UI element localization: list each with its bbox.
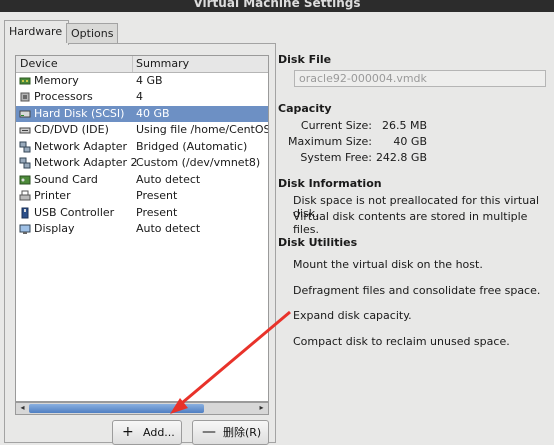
usb-icon xyxy=(21,207,29,219)
device-summary: Bridged (Automatic) xyxy=(136,140,248,153)
capacity-heading: Capacity xyxy=(278,102,332,115)
display-icon xyxy=(19,224,31,234)
network-adapter-icon xyxy=(19,157,31,169)
system-free-label: System Free: xyxy=(300,151,372,164)
tab-hardware-label: Hardware xyxy=(9,25,63,38)
device-summary: 4 GB xyxy=(136,74,163,87)
column-header-device[interactable]: Device xyxy=(20,57,58,70)
device-name: USB Controller xyxy=(34,206,115,219)
compact-disk-link[interactable]: Compact disk to reclaim unused space. xyxy=(293,335,510,348)
cd-dvd-icon xyxy=(19,127,31,134)
device-row-network-adapter[interactable]: Network Adapter Bridged (Automatic) xyxy=(16,139,268,155)
device-summary: Using file /home/CentOS-6 xyxy=(136,123,269,136)
device-summary: Present xyxy=(136,189,178,202)
remove-button[interactable]: — 删除(R) xyxy=(192,420,269,445)
disk-info-line-2: Virtual disk contents are stored in mult… xyxy=(293,210,528,236)
maximum-size-label: Maximum Size: xyxy=(288,135,372,148)
scroll-right-icon[interactable]: ▸ xyxy=(256,402,267,413)
column-separator xyxy=(132,56,133,72)
device-row-network-adapter-2[interactable]: Network Adapter 2 Custom (/dev/vmnet8) xyxy=(16,155,268,171)
device-summary: 4 xyxy=(136,90,143,103)
title-bar: Virtual Machine Settings xyxy=(0,0,554,12)
device-name: Printer xyxy=(34,189,71,202)
tab-options[interactable]: Options xyxy=(66,23,118,43)
disk-utilities-heading: Disk Utilities xyxy=(278,236,358,249)
mount-disk-link[interactable]: Mount the virtual disk on the host. xyxy=(293,258,483,271)
device-name: Sound Card xyxy=(34,173,98,186)
scroll-left-icon[interactable]: ◂ xyxy=(17,402,28,413)
hard-disk-icon xyxy=(19,110,31,118)
device-summary: Custom (/dev/vmnet8) xyxy=(136,156,261,169)
device-row-memory[interactable]: Memory 4 GB xyxy=(16,73,268,89)
printer-icon xyxy=(19,190,31,201)
add-button-label: Add... xyxy=(143,426,175,439)
device-summary: Auto detect xyxy=(136,222,201,235)
device-name: Network Adapter xyxy=(34,140,128,153)
device-row-usb-controller[interactable]: USB Controller Present xyxy=(16,205,268,221)
system-free-value: 242.8 GB xyxy=(375,151,427,164)
device-list[interactable]: Device Summary Memory 4 GB Processors 4 … xyxy=(15,55,269,402)
device-summary: Present xyxy=(136,206,178,219)
device-row-sound-card[interactable]: Sound Card Auto detect xyxy=(16,172,268,188)
device-row-printer[interactable]: Printer Present xyxy=(16,188,268,204)
network-adapter-icon xyxy=(19,141,31,153)
disk-file-heading: Disk File xyxy=(278,53,332,66)
device-name: CD/DVD (IDE) xyxy=(34,123,109,136)
expand-disk-link[interactable]: Expand disk capacity. xyxy=(293,309,412,322)
disk-information-heading: Disk Information xyxy=(278,177,382,190)
column-header-summary[interactable]: Summary xyxy=(136,57,189,70)
device-row-hard-disk[interactable]: Hard Disk (SCSI) 40 GB xyxy=(16,106,268,122)
device-row-processors[interactable]: Processors 4 xyxy=(16,89,268,105)
list-header: Device Summary xyxy=(16,56,268,73)
device-name: Display xyxy=(34,222,75,235)
horizontal-scrollbar[interactable]: ◂ ▸ xyxy=(15,402,269,415)
add-button[interactable]: + Add... xyxy=(112,420,182,445)
device-name: Network Adapter 2 xyxy=(34,156,138,169)
memory-icon xyxy=(19,77,31,85)
sound-card-icon xyxy=(19,175,31,185)
device-row-cd-dvd[interactable]: CD/DVD (IDE) Using file /home/CentOS-6 xyxy=(16,122,268,138)
minus-icon: — xyxy=(202,424,216,440)
device-name: Hard Disk (SCSI) xyxy=(34,107,125,120)
tab-hardware[interactable]: Hardware xyxy=(4,20,69,45)
device-summary: Auto detect xyxy=(136,173,201,186)
remove-button-label: 删除(R) xyxy=(223,426,262,439)
disk-file-field: oracle92-000004.vmdk xyxy=(294,70,546,87)
window-title: Virtual Machine Settings xyxy=(193,0,361,10)
plus-icon: + xyxy=(122,424,134,440)
scrollbar-thumb[interactable] xyxy=(29,404,204,413)
tab-options-label: Options xyxy=(71,27,114,40)
device-name: Memory xyxy=(34,74,79,87)
device-name: Processors xyxy=(34,90,93,103)
current-size-label: Current Size: xyxy=(300,119,372,132)
maximum-size-value: 40 GB xyxy=(393,135,427,148)
current-size-value: 26.5 MB xyxy=(381,119,427,132)
defragment-link[interactable]: Defragment files and consolidate free sp… xyxy=(293,284,540,297)
processor-icon xyxy=(20,92,30,102)
device-summary: 40 GB xyxy=(136,107,170,120)
device-row-display[interactable]: Display Auto detect xyxy=(16,221,268,237)
